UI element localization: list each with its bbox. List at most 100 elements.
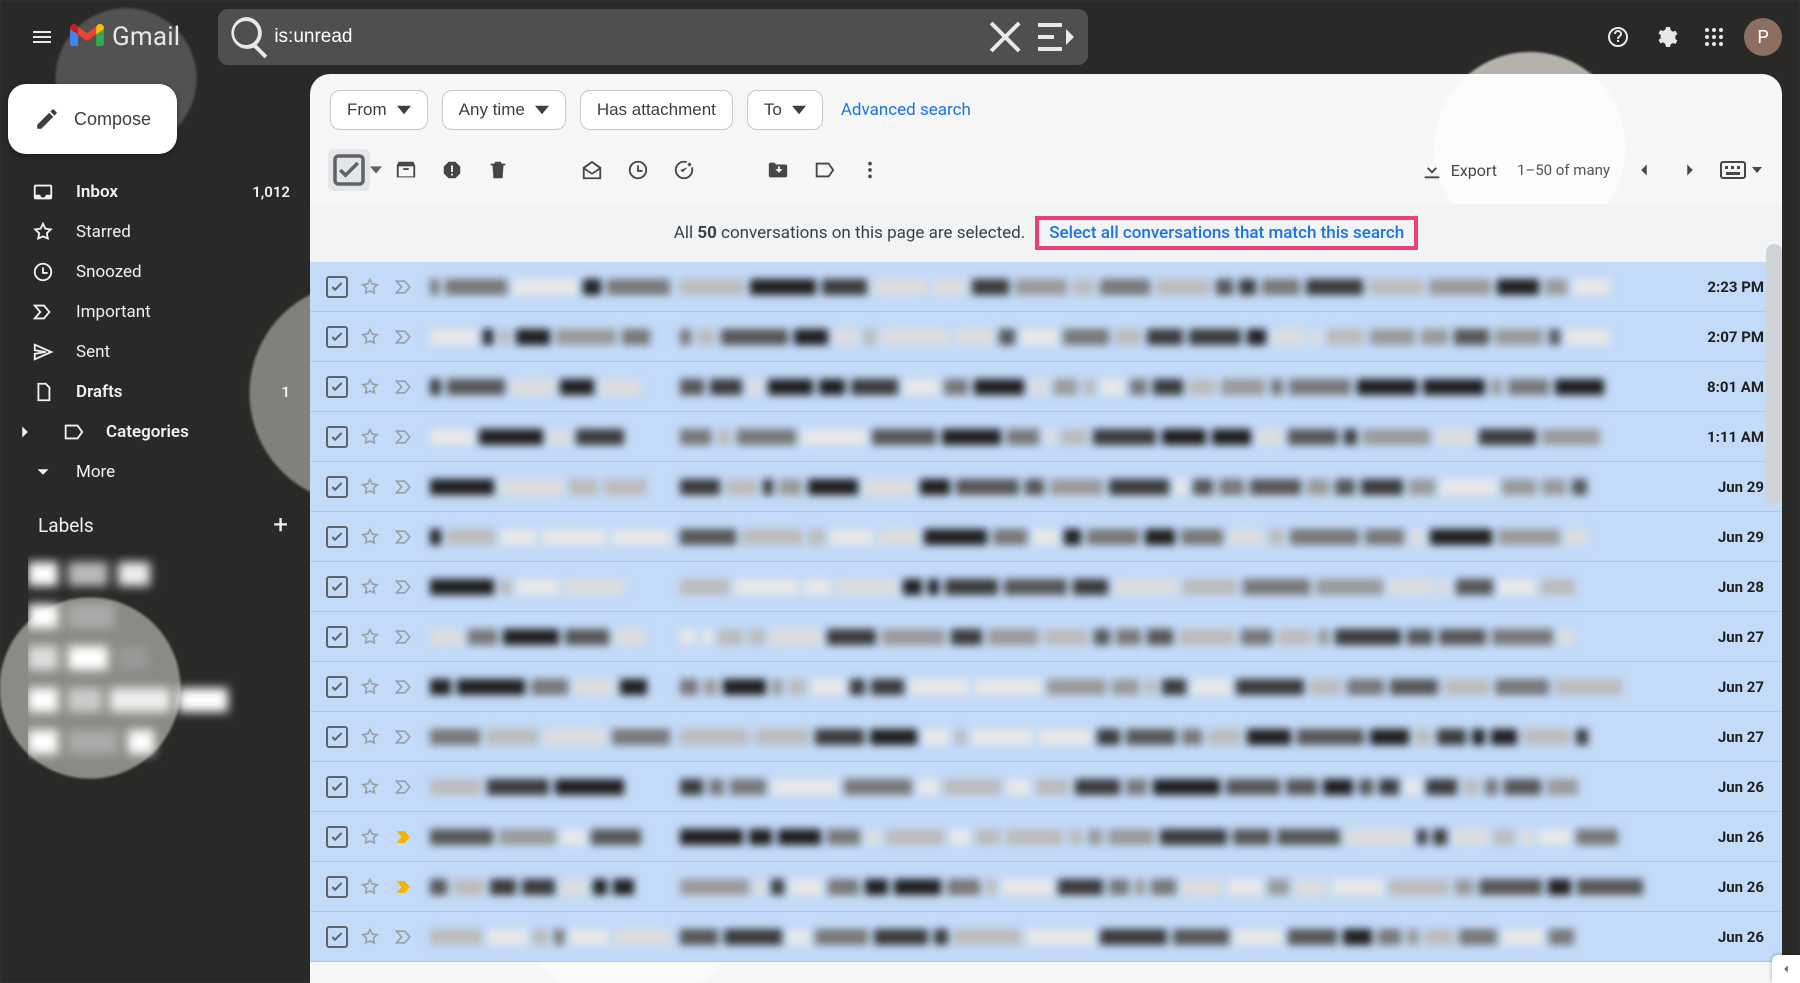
mail-row[interactable]: Jun 26	[310, 812, 1782, 862]
support-button[interactable]	[1594, 13, 1642, 61]
importance-marker[interactable]	[394, 927, 418, 947]
mail-row[interactable]: Jun 26	[310, 762, 1782, 812]
input-tools-button[interactable]	[1720, 161, 1762, 179]
sender-redacted	[430, 728, 670, 746]
select-all-matching-link[interactable]: Select all conversations that match this…	[1049, 223, 1404, 243]
archive-button[interactable]	[384, 148, 428, 192]
importance-marker[interactable]	[394, 277, 418, 297]
importance-marker[interactable]	[394, 577, 418, 597]
importance-marker[interactable]	[394, 477, 418, 497]
star-toggle[interactable]	[360, 477, 384, 497]
star-toggle[interactable]	[360, 927, 384, 947]
importance-marker[interactable]	[394, 627, 418, 647]
star-toggle[interactable]	[360, 427, 384, 447]
star-toggle[interactable]	[360, 877, 384, 897]
row-checkbox[interactable]	[326, 326, 348, 348]
star-toggle[interactable]	[360, 277, 384, 297]
search-options-icon[interactable]	[1032, 13, 1080, 61]
star-toggle[interactable]	[360, 577, 384, 597]
sidebar-item-snoozed[interactable]: Snoozed	[8, 252, 310, 292]
clear-search-icon[interactable]	[984, 13, 1032, 61]
star-toggle[interactable]	[360, 627, 384, 647]
chevron-down-icon	[370, 164, 382, 176]
importance-marker[interactable]	[394, 877, 418, 897]
filter-to-chip[interactable]: To	[747, 90, 823, 130]
sidebar-item-sent[interactable]: Sent	[8, 332, 310, 372]
importance-marker[interactable]	[394, 727, 418, 747]
importance-marker[interactable]	[394, 827, 418, 847]
search-icon[interactable]	[226, 13, 274, 61]
row-checkbox[interactable]	[326, 526, 348, 548]
add-to-tasks-button[interactable]	[662, 148, 706, 192]
row-checkbox[interactable]	[326, 576, 348, 598]
sidebar-item-categories[interactable]: Categories	[8, 412, 310, 452]
mark-read-button[interactable]	[570, 148, 614, 192]
prev-page-button[interactable]	[1622, 148, 1666, 192]
filter-anytime-chip[interactable]: Any time	[442, 90, 566, 130]
move-to-button[interactable]	[756, 148, 800, 192]
row-checkbox[interactable]	[326, 876, 348, 898]
mail-row[interactable]: Jun 27	[310, 662, 1782, 712]
importance-marker[interactable]	[394, 677, 418, 697]
row-checkbox[interactable]	[326, 926, 348, 948]
next-page-button[interactable]	[1668, 148, 1712, 192]
snooze-button[interactable]	[616, 148, 660, 192]
sidebar-item-more[interactable]: More	[8, 452, 310, 492]
importance-marker[interactable]	[394, 427, 418, 447]
main-menu-button[interactable]	[18, 13, 66, 61]
settings-button[interactable]	[1642, 13, 1690, 61]
gmail-logo[interactable]: Gmail	[70, 22, 180, 52]
advanced-search-link[interactable]: Advanced search	[841, 100, 971, 120]
star-toggle[interactable]	[360, 827, 384, 847]
sidebar-item-starred[interactable]: Starred	[8, 212, 310, 252]
mail-row[interactable]: Jun 28	[310, 562, 1782, 612]
mail-row[interactable]: Jun 27	[310, 712, 1782, 762]
filter-from-chip[interactable]: From	[330, 90, 428, 130]
star-toggle[interactable]	[360, 727, 384, 747]
add-label-button[interactable]: +	[273, 510, 288, 540]
report-spam-button[interactable]	[430, 148, 474, 192]
sidebar-item-drafts[interactable]: Drafts1	[8, 372, 310, 412]
compose-button[interactable]: Compose	[8, 84, 177, 154]
star-toggle[interactable]	[360, 777, 384, 797]
star-toggle[interactable]	[360, 527, 384, 547]
mail-row[interactable]: 8:01 AM	[310, 362, 1782, 412]
select-all-checkbox[interactable]	[328, 149, 382, 191]
mail-row[interactable]: Jun 29	[310, 512, 1782, 562]
row-checkbox[interactable]	[326, 426, 348, 448]
star-toggle[interactable]	[360, 327, 384, 347]
mail-row[interactable]: Jun 27	[310, 612, 1782, 662]
row-checkbox[interactable]	[326, 726, 348, 748]
mail-row[interactable]: 2:23 PM	[310, 262, 1782, 312]
delete-button[interactable]	[476, 148, 520, 192]
export-button[interactable]: Export	[1421, 159, 1497, 181]
mail-toolbar: Export 1–50 of many	[310, 144, 1782, 204]
star-toggle[interactable]	[360, 377, 384, 397]
sidebar-item-inbox[interactable]: Inbox1,012	[8, 172, 310, 212]
more-actions-button[interactable]	[848, 148, 892, 192]
importance-marker[interactable]	[394, 327, 418, 347]
star-toggle[interactable]	[360, 677, 384, 697]
sidebar-item-important[interactable]: Important	[8, 292, 310, 332]
mail-row[interactable]: 1:11 AM	[310, 412, 1782, 462]
importance-marker[interactable]	[394, 777, 418, 797]
filter-hasattachment-chip[interactable]: Has attachment	[580, 90, 733, 130]
row-checkbox[interactable]	[326, 776, 348, 798]
row-checkbox[interactable]	[326, 476, 348, 498]
importance-marker[interactable]	[394, 527, 418, 547]
account-avatar[interactable]: P	[1744, 18, 1782, 56]
labels-button[interactable]	[802, 148, 846, 192]
google-apps-button[interactable]	[1690, 13, 1738, 61]
search-input[interactable]	[274, 26, 984, 48]
row-checkbox[interactable]	[326, 676, 348, 698]
row-checkbox[interactable]	[326, 826, 348, 848]
mail-row[interactable]: 2:07 PM	[310, 312, 1782, 362]
mail-row[interactable]: Jun 26	[310, 862, 1782, 912]
mail-row[interactable]: Jun 29	[310, 462, 1782, 512]
mail-row[interactable]: Jun 26	[310, 912, 1782, 962]
row-checkbox[interactable]	[326, 276, 348, 298]
side-panel-toggle[interactable]	[1772, 955, 1800, 983]
importance-marker[interactable]	[394, 377, 418, 397]
row-checkbox[interactable]	[326, 626, 348, 648]
row-checkbox[interactable]	[326, 376, 348, 398]
